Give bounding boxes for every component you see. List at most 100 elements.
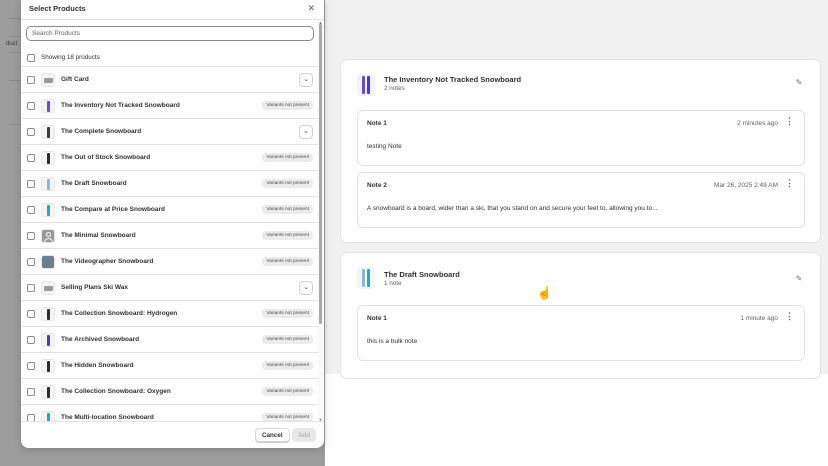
product-checkbox[interactable] (27, 258, 35, 266)
product-row[interactable]: The Videographer Snowboard Variants not p… (21, 249, 319, 275)
product-checkbox[interactable] (27, 284, 35, 292)
variants-status-badge: Variants not present (262, 101, 313, 110)
product-name: The Out of Stock Snowboard (61, 154, 151, 161)
product-checkbox[interactable] (27, 76, 35, 84)
variants-status-badge: Variants not present (262, 413, 313, 421)
modal-header: Select Products ✕ (21, 0, 324, 20)
product-checkbox[interactable] (27, 128, 35, 136)
product-thumbnail (41, 333, 55, 347)
product-checkbox[interactable] (27, 154, 35, 162)
product-checkbox[interactable] (27, 206, 35, 214)
variants-status-badge: Variants not present (262, 231, 313, 240)
notes-count: 1 note (384, 280, 402, 287)
more-actions-icon[interactable]: ⋮ (785, 178, 794, 189)
product-row[interactable]: The Draft Snowboard Variants not present (21, 171, 319, 197)
product-name: The Complete Snowboard (61, 128, 142, 135)
product-notes-card: The Inventory Not Tracked Snowboard 2 no… (341, 60, 820, 242)
close-icon[interactable]: ✕ (307, 3, 315, 14)
variants-status-badge: Variants not present (262, 387, 313, 396)
note-timestamp: 2 minutes ago (737, 120, 778, 127)
more-actions-icon[interactable]: ⋮ (785, 311, 794, 322)
note-body: A snowboard is a board, wider than a ski… (367, 205, 658, 212)
chevron-down-icon[interactable]: ⌄ (299, 125, 313, 139)
variants-status-badge: Variants not present (262, 335, 313, 344)
product-name: The Minimal Snowboard (61, 232, 136, 239)
note-timestamp: Mar 26, 2025 2:49 AM (714, 182, 778, 189)
list-scrollbar[interactable]: ▲ ▼ (318, 20, 323, 422)
note-body: this is a bulk note (367, 338, 418, 345)
product-thumbnail (41, 359, 55, 373)
product-row[interactable]: The Inventory Not Tracked Snowboard Varia… (21, 93, 319, 119)
variants-status-badge: Variants not present (262, 179, 313, 188)
note-title: Note 1 (367, 315, 387, 322)
product-name: The Multi-location Snowboard (61, 414, 154, 421)
product-thumbnail (357, 74, 375, 96)
product-notes-card: The Draft Snowboard 1 note ✎ Note 1 1 mi… (341, 253, 820, 378)
product-row[interactable]: Selling Plans Ski Wax ⌄ (21, 275, 319, 301)
product-thumbnail (41, 177, 55, 191)
product-row[interactable]: The Collection Snowboard: Hydrogen Varian… (21, 301, 319, 327)
product-thumbnail (41, 411, 55, 421)
product-row[interactable]: The Archived Snowboard Variants not prese… (21, 327, 319, 353)
wax-icon (41, 281, 55, 295)
product-thumbnail (41, 99, 55, 113)
product-name: The Draft Snowboard (61, 180, 127, 187)
product-thumbnail (41, 307, 55, 321)
edit-pencil-icon[interactable]: ✎ (794, 78, 804, 88)
note-item[interactable]: Note 1 1 minute ago ⋮ this is a bulk not… (357, 305, 805, 361)
product-thumbnail (41, 125, 55, 139)
product-name: The Hidden Snowboard (61, 362, 134, 369)
product-row[interactable]: The Out of Stock Snowboard Variants not p… (21, 145, 319, 171)
product-checkbox[interactable] (27, 362, 35, 370)
note-item[interactable]: Note 2 Mar 26, 2025 2:49 AM ⋮ A snowboar… (357, 172, 805, 228)
product-name: Gift Card (61, 76, 89, 83)
product-row[interactable]: The Collection Snowboard: Oxygen Variants… (21, 379, 319, 405)
select-all-checkbox[interactable] (27, 54, 35, 62)
search-products-input[interactable] (26, 26, 314, 41)
modal-title: Select Products (29, 4, 86, 13)
cancel-button[interactable]: Cancel (255, 428, 290, 442)
note-timestamp: 1 minute ago (740, 315, 778, 322)
variants-status-badge: Variants not present (262, 205, 313, 214)
product-title[interactable]: The Inventory Not Tracked Snowboard (384, 75, 521, 84)
photo-icon (41, 255, 55, 269)
product-row[interactable]: The Minimal Snowboard Variants not presen… (21, 223, 319, 249)
product-thumbnail (41, 385, 55, 399)
showing-count-text: Showing 18 products (41, 54, 100, 61)
product-checkbox[interactable] (27, 102, 35, 110)
product-row[interactable]: The Multi-location Snowboard Variants not… (21, 405, 319, 421)
variants-status-badge: Variants not present (262, 309, 313, 318)
product-row[interactable]: The Complete Snowboard ⌄ (21, 119, 319, 145)
variants-status-badge: Variants not present (262, 257, 313, 266)
product-checkbox[interactable] (27, 310, 35, 318)
product-checkbox[interactable] (27, 336, 35, 344)
note-item[interactable]: Note 1 2 minutes ago ⋮ testing Note (357, 110, 805, 166)
notes-count: 2 notes (384, 85, 405, 92)
product-name: The Collection Snowboard: Hydrogen (61, 310, 178, 317)
modal-footer: Cancel Add (21, 421, 324, 448)
product-checkbox[interactable] (27, 232, 35, 240)
product-name: The Inventory Not Tracked Snowboard (61, 102, 180, 109)
product-checkbox[interactable] (27, 180, 35, 188)
select-products-modal: Select Products ✕ Showing 18 products Gi… (21, 0, 324, 448)
variants-status-badge: Variants not present (262, 153, 313, 162)
hand-cursor-icon: ☝ (537, 286, 552, 300)
product-row[interactable]: Gift Card ⌄ (21, 67, 319, 93)
product-row[interactable]: The Hidden Snowboard Variants not present (21, 353, 319, 379)
chevron-down-icon[interactable]: ⌄ (299, 73, 313, 87)
product-name: The Compare at Price Snowboard (61, 206, 166, 213)
product-list: Gift Card ⌄ The Inventory Not Tracked Snow… (21, 67, 319, 421)
product-row[interactable]: The Compare at Price Snowboard Variants n… (21, 197, 319, 223)
product-checkbox[interactable] (27, 388, 35, 396)
edit-pencil-icon[interactable]: ✎ (794, 274, 804, 284)
product-name: The Videographer Snowboard (61, 258, 154, 265)
add-button[interactable]: Add (292, 428, 317, 442)
scrollbar-thumb[interactable] (319, 24, 322, 324)
product-thumbnail (357, 267, 375, 289)
select-all-row: Showing 18 products (21, 50, 319, 67)
chevron-down-icon[interactable]: ⌄ (299, 281, 313, 295)
more-actions-icon[interactable]: ⋮ (785, 116, 794, 127)
product-checkbox[interactable] (27, 414, 35, 421)
product-title[interactable]: The Draft Snowboard (384, 270, 460, 279)
variants-status-badge: Variants not present (262, 361, 313, 370)
